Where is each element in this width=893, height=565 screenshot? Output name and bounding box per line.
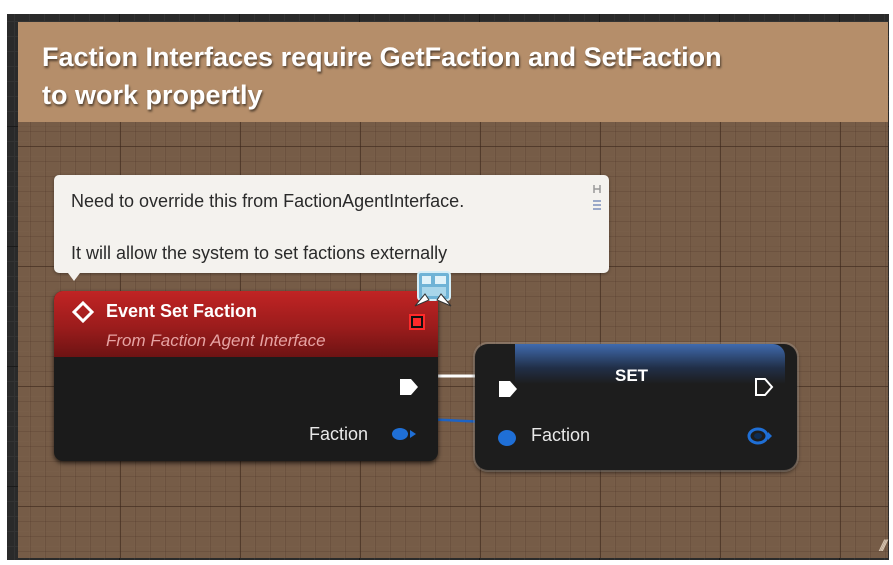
diamond-icon	[72, 301, 94, 323]
exec-output-pin[interactable]	[398, 377, 420, 397]
delegate-pin-icon[interactable]	[409, 314, 425, 330]
tooltip-line-2: It will allow the system to set factions…	[71, 243, 448, 263]
tooltip-line-1: Need to override this from FactionAgentI…	[71, 191, 465, 211]
pin-icon[interactable]	[591, 183, 603, 213]
comment-title: Faction Interfaces require GetFaction an…	[42, 42, 722, 110]
node-tooltip: Need to override this from FactionAgentI…	[54, 175, 609, 281]
event-node-subtitle: From Faction Agent Interface	[106, 331, 326, 350]
faction-output-pin[interactable]	[390, 426, 418, 442]
event-set-faction-node[interactable]: Event Set Faction From Faction Agent Int…	[54, 291, 438, 461]
blueprint-graph-canvas[interactable]: Faction Interfaces require GetFaction an…	[7, 14, 889, 560]
event-node-title: Event Set Faction	[106, 301, 258, 321]
faction-output-label: Faction	[309, 424, 369, 444]
faction-input-label: Faction	[531, 425, 591, 445]
faction-input-pin[interactable]	[495, 428, 519, 448]
set-node-title: SET	[615, 366, 649, 385]
event-node-header[interactable]: Event Set Faction From Faction Agent Int…	[54, 291, 438, 357]
tooltip-arrow	[68, 273, 80, 281]
set-variable-node[interactable]: SET Faction	[475, 344, 797, 470]
interface-icon	[414, 271, 452, 307]
set-node-header	[515, 344, 785, 384]
comment-header[interactable]: Faction Interfaces require GetFaction an…	[18, 22, 888, 122]
resize-grip-icon[interactable]: ///	[880, 538, 888, 556]
exec-output-pin-empty[interactable]	[753, 376, 775, 398]
faction-output-pin[interactable]	[747, 426, 773, 446]
exec-input-pin[interactable]	[497, 379, 519, 399]
